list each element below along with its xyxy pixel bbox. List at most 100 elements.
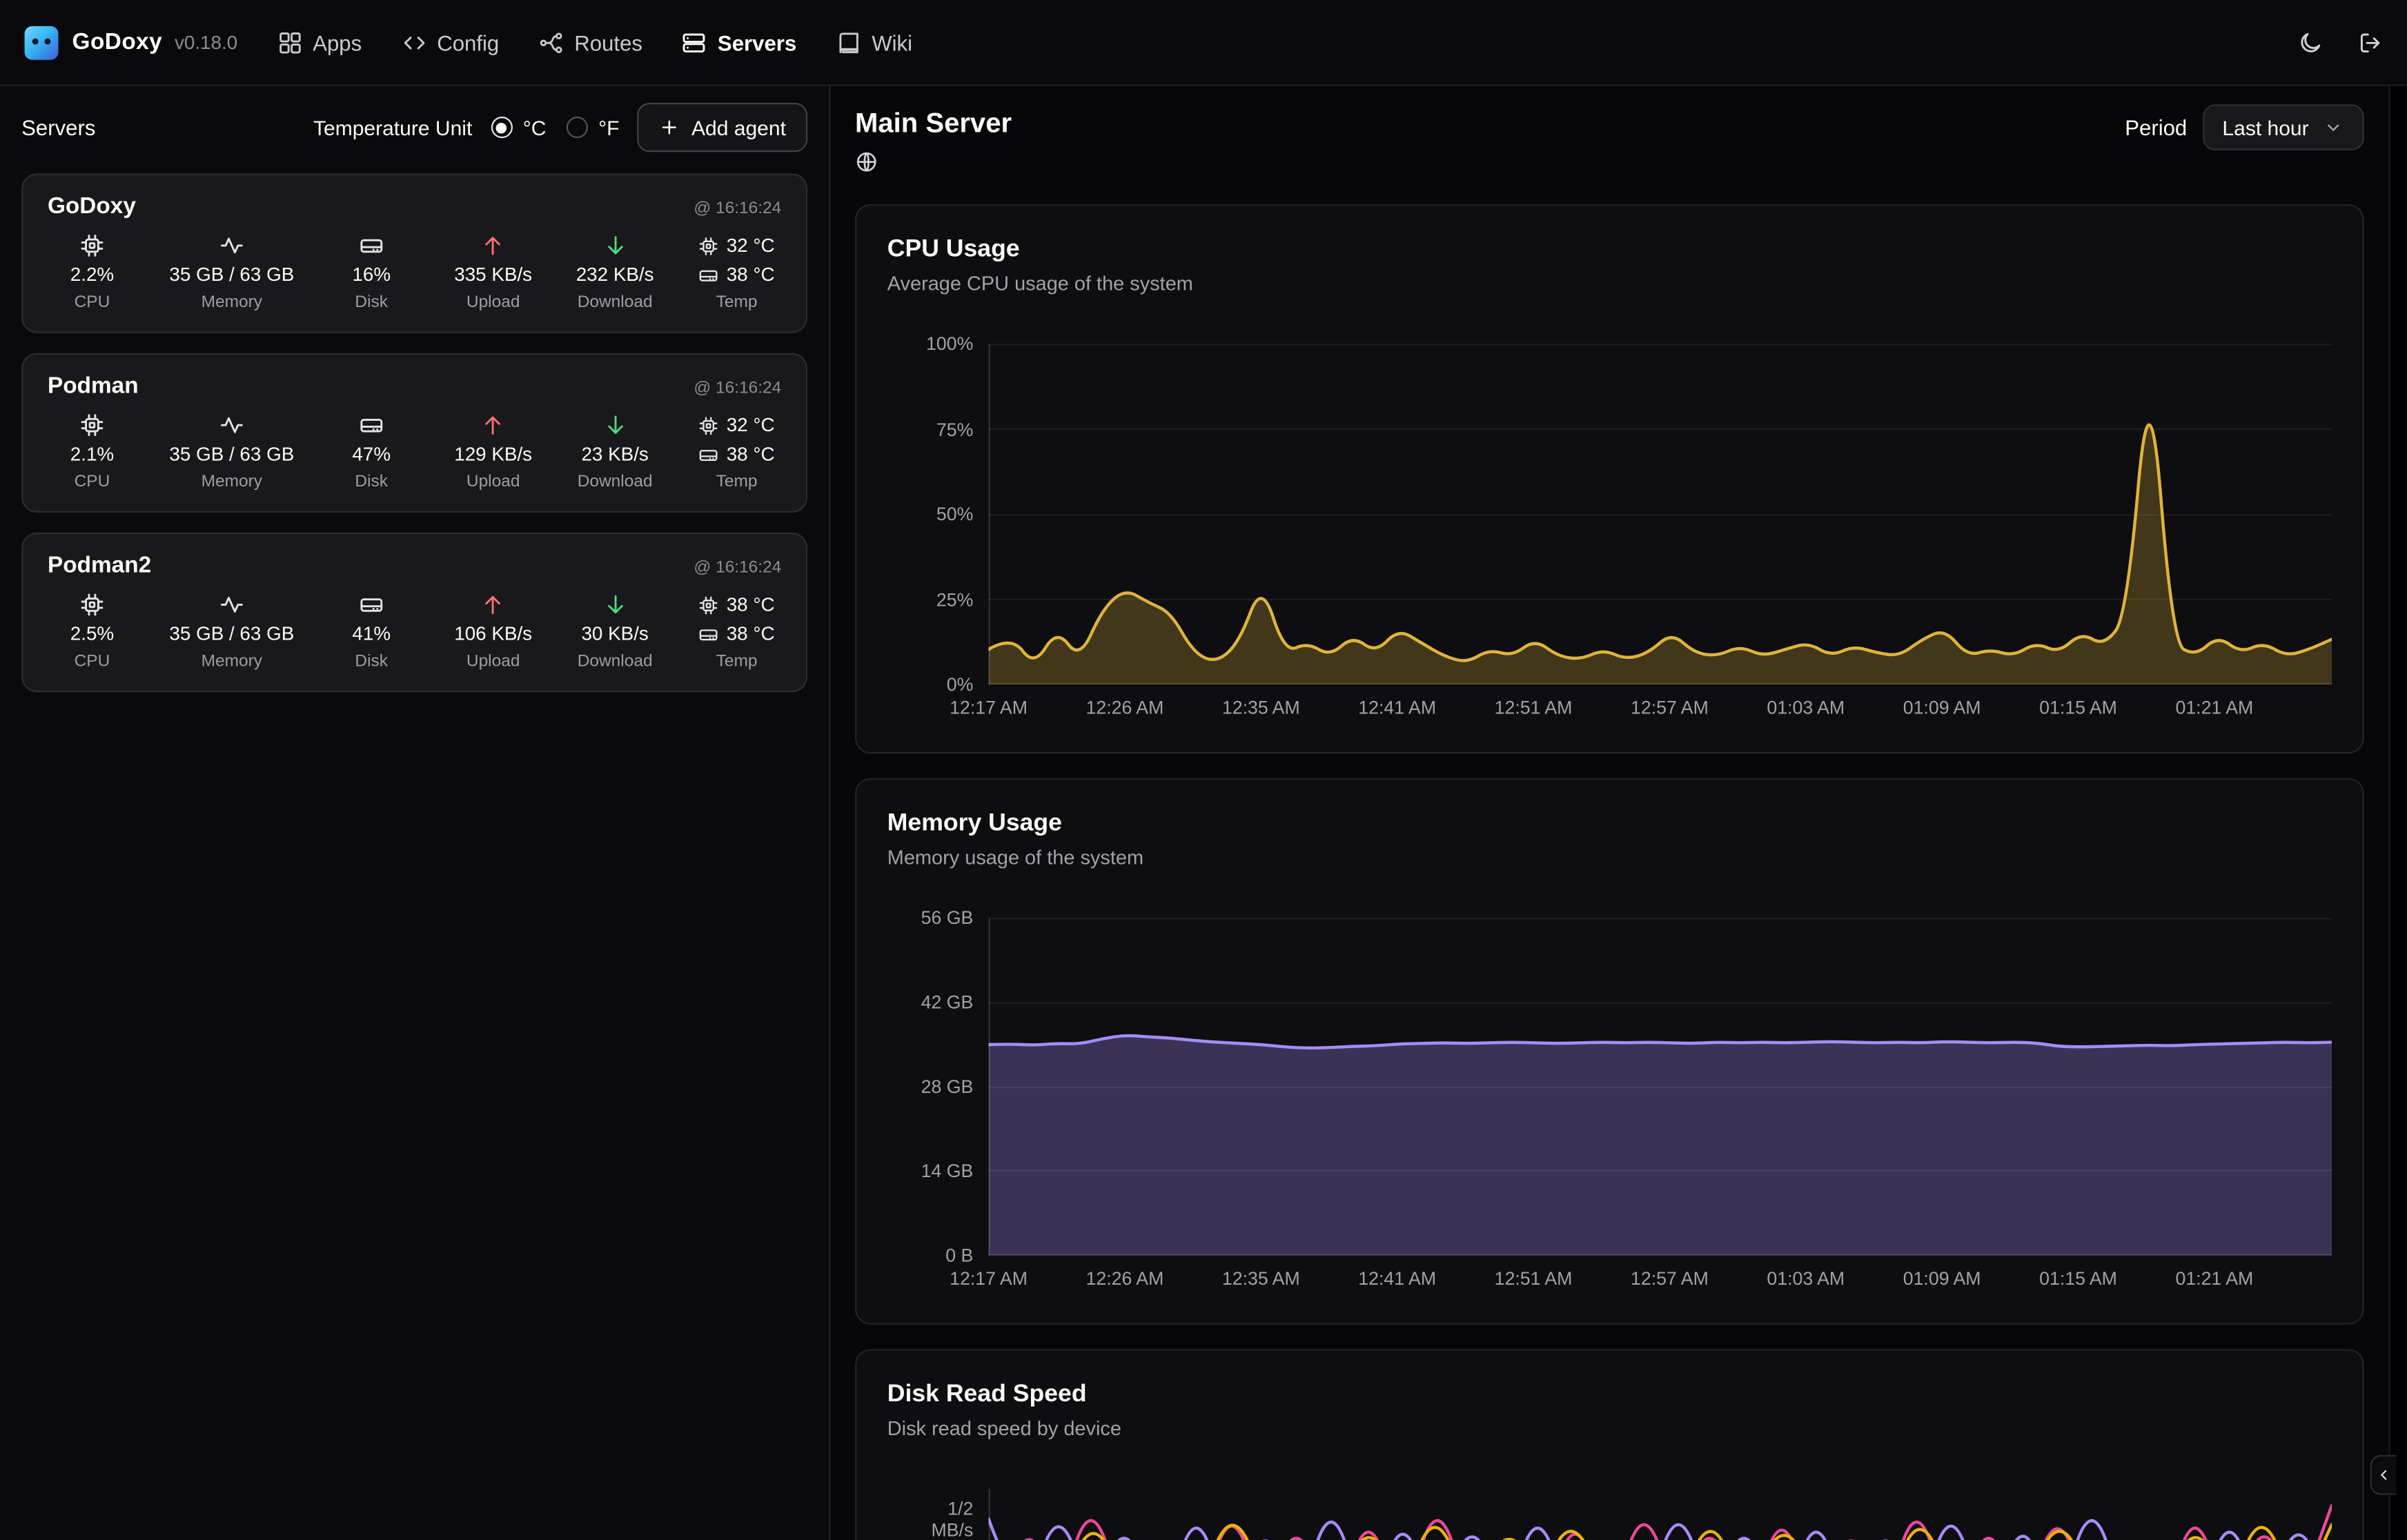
stat-memory: 35 GB / 63 GB Memory (169, 413, 294, 493)
stat-value: 232 KB/s (576, 262, 654, 287)
theme-toggle-button[interactable] (2298, 30, 2323, 55)
stat-label: Disk (355, 651, 388, 672)
disk-temp-row: 38 °C (699, 442, 775, 467)
temperature-unit-label: Temperature Unit (313, 116, 472, 139)
x-tick-label: 12:41 AM (1358, 697, 1436, 718)
y-tick-label: 25% (887, 589, 974, 610)
x-tick-label: 12:26 AM (1086, 697, 1164, 718)
radio-celsius-control[interactable] (491, 117, 512, 138)
memory-usage-chart: 56 GB42 GB28 GB14 GB0 B 12:17 AM12:26 AM… (887, 918, 2332, 1292)
server-card-godoxy[interactable]: GoDoxy @ 16:16:24 2.2%CPU 35 GB / 63 GBM… (21, 173, 807, 333)
stat-value: 23 KB/s (581, 442, 648, 467)
server-card-podman[interactable]: Podman @ 16:16:24 2.1%CPU 35 GB / 63 GBM… (21, 353, 807, 513)
hdd-icon (699, 444, 719, 464)
radio-fahrenheit[interactable]: °F (566, 116, 619, 139)
hdd-icon (359, 233, 384, 258)
x-tick-label: 12:35 AM (1222, 1267, 1300, 1289)
nav-item-apps[interactable]: Apps (277, 30, 362, 55)
cpu-usage-card: CPU Usage Average CPU usage of the syste… (855, 204, 2364, 753)
radio-celsius[interactable]: °C (491, 116, 546, 139)
add-agent-button[interactable]: Add agent (638, 103, 807, 152)
radio-celsius-label: °C (523, 116, 547, 139)
stat-label: Download (578, 471, 653, 493)
page-title: Main Server (855, 104, 1012, 141)
download-arrow-icon (602, 233, 627, 258)
nav-label: Wiki (872, 30, 912, 55)
server-card-podman2[interactable]: Podman2 @ 16:16:24 2.5%CPU 35 GB / 63 GB… (21, 533, 807, 692)
x-tick-label: 12:57 AM (1631, 697, 1709, 718)
chart-plot[interactable] (989, 1489, 2332, 1540)
stat-value: 30 KB/s (581, 622, 648, 646)
stat-temp: 32 °C 38 °C Temp (692, 233, 781, 313)
period-dropdown[interactable]: Last hour (2202, 104, 2364, 150)
stat-download: 23 KB/s Download (571, 413, 660, 493)
stat-value: 106 KB/s (454, 622, 532, 646)
x-axis: 12:17 AM12:26 AM12:35 AM12:41 AM12:51 AM… (989, 697, 2332, 722)
cpu-chip-icon (699, 235, 719, 255)
collapse-panel-button[interactable] (2370, 1455, 2397, 1495)
version-label: v0.18.0 (175, 32, 237, 53)
hdd-icon (359, 413, 384, 437)
cpu-chip-icon (699, 595, 719, 615)
server-name: GoDoxy (48, 193, 136, 219)
period-value: Last hour (2222, 116, 2308, 139)
server-stats-row: 2.5%CPU 35 GB / 63 GBMemory 41%Disk 106 … (48, 593, 781, 673)
chevron-left-icon (2375, 1465, 2393, 1484)
logout-button[interactable] (2358, 30, 2383, 55)
radio-fahrenheit-control[interactable] (566, 117, 587, 138)
stat-label: Temp (716, 292, 758, 313)
stat-label: CPU (75, 471, 110, 493)
nav-item-wiki[interactable]: Wiki (836, 30, 912, 55)
server-name: Podman (48, 373, 139, 399)
activity-icon (219, 233, 244, 258)
right-rail (2388, 86, 2407, 1540)
disk-temp-row: 38 °C (699, 262, 775, 287)
code-icon (402, 30, 426, 55)
globe-icon[interactable] (855, 150, 1012, 181)
y-axis: 1/2 MB/s (887, 1489, 974, 1540)
stat-label: Memory (202, 651, 262, 672)
stat-label: Memory (202, 471, 262, 493)
nav-item-servers[interactable]: Servers (682, 30, 796, 55)
y-tick-label: 14 GB (887, 1161, 974, 1182)
x-tick-label: 01:03 AM (1767, 697, 1845, 718)
stat-label: CPU (75, 651, 110, 672)
stat-label: Download (578, 292, 653, 313)
y-axis: 56 GB42 GB28 GB14 GB0 B (887, 918, 974, 1255)
x-tick-label: 01:21 AM (2175, 697, 2253, 718)
chart-plot[interactable] (989, 918, 2332, 1255)
x-tick-label: 01:03 AM (1767, 1267, 1845, 1289)
stat-label: Upload (466, 471, 520, 493)
stat-upload: 106 KB/sUpload (449, 593, 538, 673)
nav-item-config[interactable]: Config (402, 30, 499, 55)
disk-temp-row: 38 °C (699, 622, 775, 646)
radio-fahrenheit-label: °F (598, 116, 619, 139)
stat-value: 35 GB / 63 GB (169, 442, 294, 467)
disk-read-speed-card: Disk Read Speed Disk read speed by devic… (855, 1349, 2364, 1540)
server-card-header: GoDoxy @ 16:16:24 (48, 193, 781, 219)
stat-value: 38 °C (727, 593, 775, 618)
chart-svg (989, 344, 2332, 684)
y-axis: 100%75%50%25%0% (887, 344, 974, 684)
stat-value: 2.5% (70, 622, 114, 646)
server-stats-row: 2.2%CPU 35 GB / 63 GBMemory 16%Disk 335 … (48, 233, 781, 313)
y-tick-label: 100% (887, 333, 974, 355)
stat-disk: 16%Disk (327, 233, 416, 313)
nav-label: Routes (574, 30, 642, 55)
server-card-header: Podman @ 16:16:24 (48, 373, 781, 399)
godoxy-logo-icon (25, 26, 59, 59)
x-tick-label: 01:15 AM (2039, 1267, 2117, 1289)
navbar-actions (2298, 30, 2382, 55)
brand[interactable]: GoDoxy v0.18.0 (25, 26, 238, 59)
hdd-icon (699, 265, 719, 285)
book-icon (836, 30, 861, 55)
chart-plot[interactable] (989, 344, 2332, 684)
x-tick-label: 12:57 AM (1631, 1267, 1709, 1289)
nav-item-routes[interactable]: Routes (539, 30, 642, 55)
x-tick-label: 12:35 AM (1222, 697, 1300, 718)
stat-value: 32 °C (727, 233, 775, 258)
x-tick-label: 12:17 AM (950, 697, 1028, 718)
hdd-icon (699, 624, 719, 644)
server-timestamp: @ 16:16:24 (694, 559, 781, 578)
cpu-temp-row: 32 °C (699, 413, 775, 437)
